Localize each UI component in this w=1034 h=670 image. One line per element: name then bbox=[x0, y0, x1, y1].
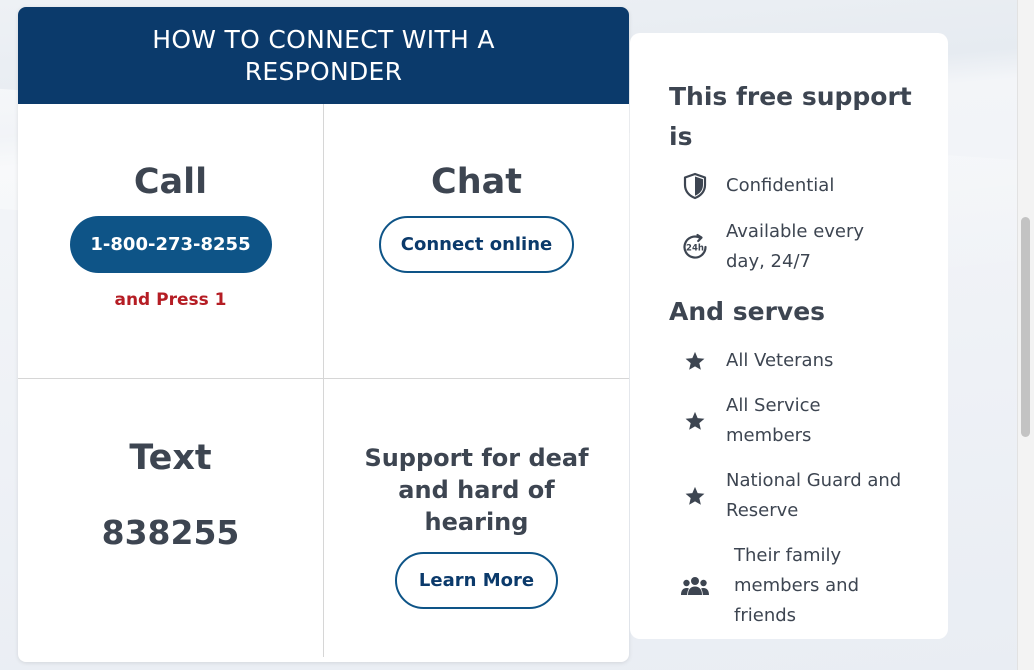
feature-label: All Service members bbox=[726, 395, 821, 446]
feature-label: Their family members and friends bbox=[734, 545, 860, 626]
people-icon bbox=[678, 571, 712, 601]
press-1-note: and Press 1 bbox=[114, 290, 227, 310]
call-phone-button[interactable]: 1-800-273-8255 bbox=[69, 216, 272, 273]
serves-national-guard: National Guard and Reserve bbox=[678, 466, 916, 526]
star-icon bbox=[678, 346, 712, 376]
star-icon bbox=[678, 406, 712, 436]
text-section: Text 838255 bbox=[18, 437, 323, 552]
page-scrollbar[interactable] bbox=[1017, 0, 1034, 670]
24h-clock-icon: 24h bbox=[678, 232, 712, 262]
call-title: Call bbox=[133, 162, 208, 202]
star-icon bbox=[678, 481, 712, 511]
text-number: 838255 bbox=[101, 513, 240, 552]
feature-label: Confidential bbox=[726, 175, 835, 196]
deaf-support-section: Support for deaf and hard of hearing Lea… bbox=[324, 442, 629, 609]
call-section: Call 1-800-273-8255 and Press 1 bbox=[18, 161, 323, 310]
deaf-support-title: Support for deaf and hard of hearing bbox=[364, 444, 589, 536]
connect-grid: Call 1-800-273-8255 and Press 1 Chat Con… bbox=[18, 104, 629, 662]
connect-header-title: HOW TO CONNECT WITH A RESPONDER bbox=[152, 24, 495, 86]
scrollbar-thumb[interactable] bbox=[1021, 217, 1030, 437]
serves-family: Their family members and friends bbox=[678, 541, 874, 631]
grid-divider-horizontal bbox=[18, 378, 629, 379]
feature-label: Available every day, 24/7 bbox=[726, 221, 865, 272]
serves-service-members: All Service members bbox=[678, 391, 856, 451]
chat-section: Chat Connect online bbox=[324, 161, 629, 273]
serves-veterans: All Veterans bbox=[678, 346, 833, 376]
feature-label: All Veterans bbox=[726, 350, 834, 371]
shield-icon bbox=[678, 171, 712, 201]
feature-availability: 24h Available every day, 24/7 bbox=[678, 217, 876, 277]
svg-text:24h: 24h bbox=[686, 244, 704, 254]
feature-label: National Guard and Reserve bbox=[726, 470, 902, 521]
connect-online-button[interactable]: Connect online bbox=[379, 216, 574, 273]
support-panel: This free support is Confidential 24h Av… bbox=[630, 33, 948, 639]
serves-heading: And serves bbox=[669, 297, 826, 326]
text-title: Text bbox=[129, 438, 212, 478]
connect-header: HOW TO CONNECT WITH A RESPONDER bbox=[18, 7, 629, 104]
chat-title: Chat bbox=[431, 162, 522, 202]
free-support-heading: This free support is bbox=[669, 82, 912, 151]
learn-more-button[interactable]: Learn More bbox=[395, 552, 558, 609]
feature-confidential: Confidential bbox=[678, 171, 834, 201]
connect-card: HOW TO CONNECT WITH A RESPONDER Call 1-8… bbox=[18, 7, 629, 662]
